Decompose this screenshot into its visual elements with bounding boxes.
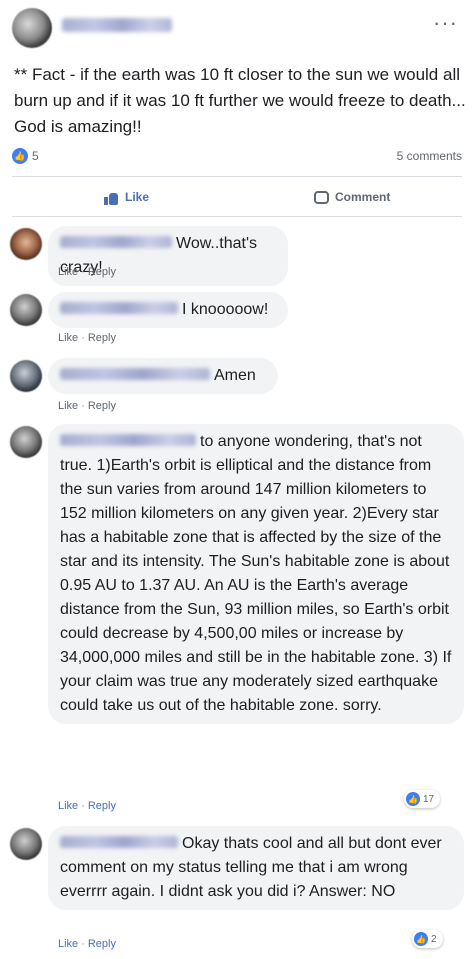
commenter-name-redacted[interactable] <box>60 301 178 314</box>
thumbs-up-icon <box>104 189 120 205</box>
comment-actions: Like · Reply <box>58 332 116 344</box>
commenter-avatar[interactable] <box>10 294 42 326</box>
comment-reaction-count: 17 <box>423 793 435 805</box>
commenter-avatar[interactable] <box>10 360 42 392</box>
comment-reactions[interactable]: 👍 2 <box>412 930 443 948</box>
comment-text: Amen <box>214 367 256 384</box>
comment-like-link[interactable]: Like <box>58 800 78 812</box>
comment-bubble-icon <box>314 190 329 204</box>
commenter-name-redacted[interactable] <box>60 367 210 380</box>
comment-bubble: I knooooow! <box>48 292 288 328</box>
comment-reply-link[interactable]: Reply <box>88 938 116 950</box>
post-header: ··· <box>10 6 464 50</box>
comment-button[interactable]: Comment <box>314 186 474 208</box>
commenter-name-redacted[interactable] <box>60 835 178 848</box>
post-reactions[interactable]: 👍 5 <box>12 146 39 166</box>
comments-count[interactable]: 5 comments <box>397 149 462 163</box>
comment-like-link[interactable]: Like <box>58 266 78 278</box>
comment-bubble: Amen <box>48 358 278 394</box>
reaction-count: 5 <box>32 149 39 163</box>
commenter-name-redacted[interactable] <box>60 433 196 446</box>
comment-like-link[interactable]: Like <box>58 938 78 950</box>
comment-text: to anyone wondering, that's not true. 1)… <box>60 433 452 714</box>
comment-reactions[interactable]: 👍 17 <box>404 790 441 808</box>
author-avatar[interactable] <box>12 8 52 48</box>
comment-like-link[interactable]: Like <box>58 400 78 412</box>
commenter-avatar[interactable] <box>10 228 42 260</box>
comment-reaction-count: 2 <box>431 933 437 945</box>
like-button[interactable]: Like <box>104 186 149 208</box>
comment-reply-link[interactable]: Reply <box>88 332 116 344</box>
like-reaction-icon: 👍 <box>414 932 428 946</box>
like-reaction-icon: 👍 <box>12 148 28 164</box>
comment-bubble: to anyone wondering, that's not true. 1)… <box>48 424 464 724</box>
comment-text: I knooooow! <box>182 301 269 318</box>
comment-like-link[interactable]: Like <box>58 332 78 344</box>
comment-actions: Like · Reply <box>58 266 116 278</box>
commenter-name-redacted[interactable] <box>60 235 172 248</box>
commenter-avatar[interactable] <box>10 828 42 860</box>
commenter-avatar[interactable] <box>10 426 42 458</box>
comment-actions: Like · Reply <box>58 800 116 812</box>
comment-reply-link[interactable]: Reply <box>88 400 116 412</box>
divider <box>12 176 462 177</box>
like-reaction-icon: 👍 <box>406 792 420 806</box>
ellipsis-icon[interactable]: ··· <box>433 10 458 36</box>
like-button-label: Like <box>125 190 150 204</box>
comment-reply-link[interactable]: Reply <box>88 266 116 278</box>
comment-button-label: Comment <box>335 190 391 204</box>
comment-actions: Like · Reply <box>58 400 116 412</box>
post-text: ** Fact - if the earth was 10 ft closer … <box>14 65 466 136</box>
comment-bubble: Okay thats cool and all but dont ever co… <box>48 826 464 910</box>
divider <box>12 216 462 217</box>
comment-actions: Like · Reply <box>58 938 116 950</box>
author-name-redacted[interactable] <box>62 18 172 32</box>
comment-reply-link[interactable]: Reply <box>88 800 116 812</box>
